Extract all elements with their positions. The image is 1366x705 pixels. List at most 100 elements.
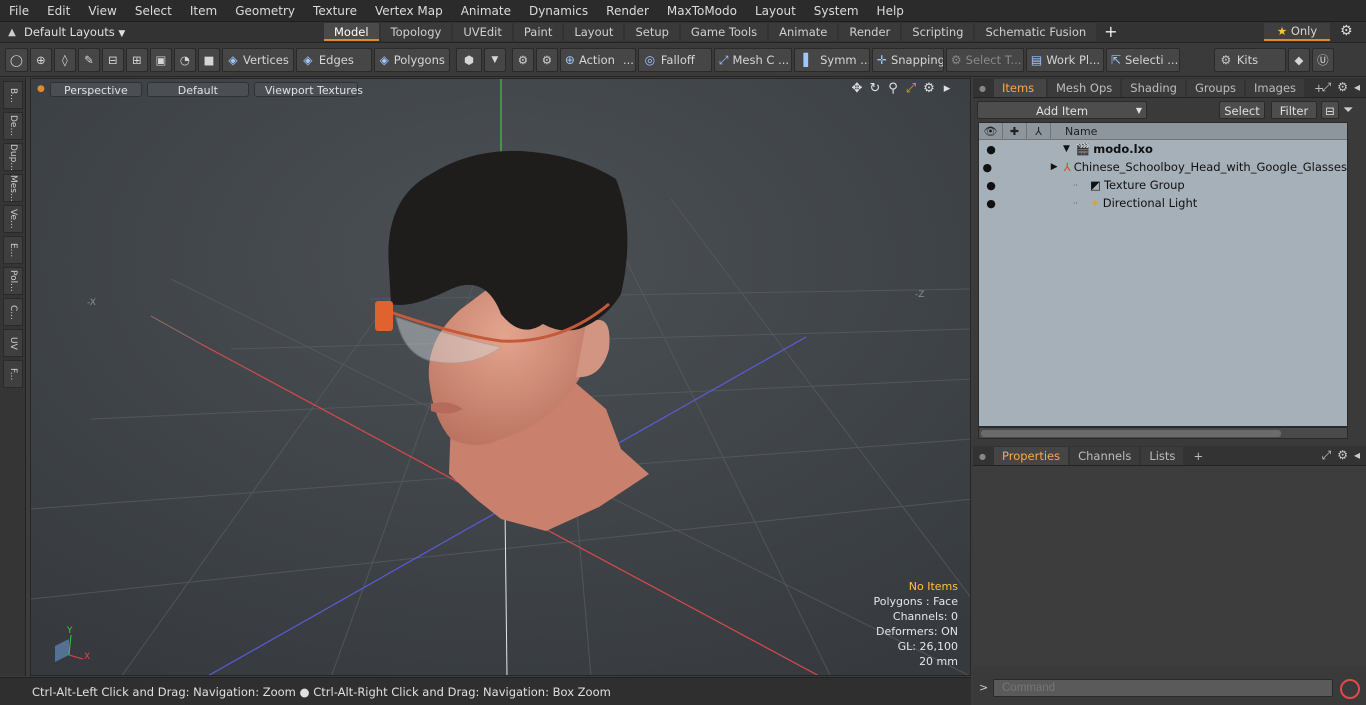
- expand-arrow-icon[interactable]: ▼: [1063, 144, 1070, 154]
- vtab-duplicate[interactable]: Dup...: [3, 143, 23, 171]
- expand-arrow-icon[interactable]: ▶: [1051, 162, 1058, 172]
- layout-up-icon[interactable]: ▲: [0, 27, 24, 38]
- tab-mesh-ops[interactable]: Mesh Ops: [1047, 79, 1121, 97]
- falloff-button[interactable]: ◎ Falloff: [637, 48, 712, 72]
- snapping-button[interactable]: ✛ Snapping: [871, 48, 944, 72]
- tab-setup[interactable]: Setup: [625, 23, 679, 41]
- default-layouts-dropdown[interactable]: Default Layouts ▼: [24, 25, 324, 39]
- vtab-deform[interactable]: De...: [3, 112, 23, 140]
- item-row-scene[interactable]: ● ▼ 🎬 modo.lxo: [979, 140, 1347, 158]
- menu-vertex-map[interactable]: Vertex Map: [366, 0, 452, 22]
- shading-button[interactable]: Default: [146, 81, 249, 97]
- menu-view[interactable]: View: [79, 0, 125, 22]
- tab-paint[interactable]: Paint: [513, 23, 563, 41]
- tab-lists[interactable]: Lists: [1141, 447, 1184, 465]
- vtab-polygon[interactable]: Pol...: [3, 267, 23, 295]
- eye-icon[interactable]: ●: [979, 197, 1003, 210]
- snap-toggle-icon[interactable]: ⚙: [535, 48, 558, 72]
- viewport-scene[interactable]: -X -Z Y X: [31, 79, 971, 676]
- visibility-column-icon[interactable]: 👁: [979, 123, 1003, 140]
- items-horizontal-scrollbar[interactable]: [978, 427, 1348, 439]
- add-props-tab-button[interactable]: +: [1185, 447, 1211, 465]
- menu-file[interactable]: File: [0, 0, 38, 22]
- tab-game-tools[interactable]: Game Tools: [680, 23, 768, 41]
- symmetry-button[interactable]: ▐ Symm ...: [793, 48, 870, 72]
- pie-icon[interactable]: ◔: [173, 48, 196, 72]
- eye-icon[interactable]: ●: [979, 161, 996, 174]
- select-through-button[interactable]: ⚙ Select T...: [945, 48, 1024, 72]
- vtab-basic[interactable]: B...: [3, 81, 23, 109]
- record-macro-icon[interactable]: [1340, 679, 1360, 699]
- expand-panel-icon[interactable]: ⤢: [1322, 448, 1332, 463]
- view-type-button[interactable]: Perspective: [49, 81, 142, 97]
- command-arrow-icon[interactable]: >: [979, 681, 988, 694]
- work-plane-button[interactable]: ▤ Work Pl...: [1025, 48, 1104, 72]
- menu-animate[interactable]: Animate: [452, 0, 520, 22]
- item-row-mesh[interactable]: ● ▶ ⅄ Chinese_Schoolboy_Head_with_Google…: [979, 158, 1347, 176]
- menu-help[interactable]: Help: [868, 0, 913, 22]
- menu-edit[interactable]: Edit: [38, 0, 79, 22]
- transform-icon[interactable]: ⊟: [101, 48, 124, 72]
- tab-scripting[interactable]: Scripting: [902, 23, 974, 41]
- kits-button[interactable]: ⚙ Kits: [1213, 48, 1286, 72]
- tab-uvedit[interactable]: UVEdit: [453, 23, 512, 41]
- add-tab-button[interactable]: +: [1104, 23, 1117, 41]
- tab-schematic-fusion[interactable]: Schematic Fusion: [975, 23, 1097, 41]
- menu-maxtomodo[interactable]: MaxToModo: [658, 0, 746, 22]
- panel-menu-icon[interactable]: ◂: [1354, 448, 1360, 463]
- tab-topology[interactable]: Topology: [380, 23, 452, 41]
- tab-model[interactable]: Model: [324, 23, 379, 41]
- tab-render[interactable]: Render: [839, 23, 901, 41]
- selection-sets-button[interactable]: ⇱ Selecti ...: [1105, 48, 1180, 72]
- item-mode-icon[interactable]: ■: [197, 48, 220, 72]
- menu-render[interactable]: Render: [597, 0, 658, 22]
- panel-gear-icon[interactable]: ⚙: [1337, 80, 1348, 95]
- panel-menu-icon[interactable]: ◂: [1354, 80, 1360, 95]
- action-center-button[interactable]: ⊕ Action...: [559, 48, 636, 72]
- vtab-uv[interactable]: UV: [3, 329, 23, 357]
- add-item-button[interactable]: Add Item ▼: [977, 101, 1147, 119]
- polygons-button[interactable]: ◈ Polygons: [373, 48, 450, 72]
- pan-icon[interactable]: ✥: [848, 81, 866, 97]
- vtab-mesh-edit[interactable]: Mes...: [3, 174, 23, 202]
- tab-shading[interactable]: Shading: [1122, 79, 1185, 97]
- funnel-icon[interactable]: ⏷: [1343, 103, 1353, 118]
- filter-button[interactable]: Filter: [1271, 101, 1317, 119]
- select-circle-icon[interactable]: ◯: [5, 48, 28, 72]
- vtab-fusion[interactable]: F...: [3, 360, 23, 388]
- menu-system[interactable]: System: [805, 0, 868, 22]
- items-dot-icon[interactable]: ●: [979, 84, 986, 93]
- tab-properties[interactable]: Properties: [993, 447, 1069, 465]
- zoom-icon[interactable]: ⚲: [884, 81, 902, 97]
- lock-column-icon[interactable]: ✚: [1003, 123, 1027, 140]
- viewport-expand-icon[interactable]: ▸: [938, 81, 956, 97]
- unity-icon[interactable]: ◆: [1287, 48, 1310, 72]
- eye-icon[interactable]: ●: [979, 179, 1003, 192]
- globe-icon[interactable]: ⊕: [29, 48, 52, 72]
- tab-layout[interactable]: Layout: [564, 23, 624, 41]
- select-button[interactable]: Select: [1219, 101, 1265, 119]
- unreal-icon[interactable]: Ⓤ: [1311, 48, 1334, 72]
- vertices-button[interactable]: ◈ Vertices: [221, 48, 294, 72]
- command-input[interactable]: [993, 679, 1333, 697]
- vtab-vertex[interactable]: Ve...: [3, 205, 23, 233]
- rotate-icon[interactable]: ↻: [866, 81, 884, 97]
- menu-dynamics[interactable]: Dynamics: [520, 0, 597, 22]
- name-column-header[interactable]: Name: [1051, 125, 1097, 138]
- menu-geometry[interactable]: Geometry: [226, 0, 304, 22]
- panel-gear-icon[interactable]: ⚙: [1337, 448, 1348, 463]
- chevron-down-icon[interactable]: ▼: [483, 48, 506, 72]
- type-column-icon[interactable]: ⅄: [1027, 123, 1051, 140]
- viewport-dot-icon[interactable]: ●: [37, 84, 45, 94]
- expand-panel-icon[interactable]: ⤢: [1322, 80, 1332, 95]
- center-icon[interactable]: ⊞: [125, 48, 148, 72]
- maximize-icon[interactable]: ⤢: [902, 81, 920, 97]
- gear-icon[interactable]: ⚙: [1340, 23, 1353, 39]
- mesh-constraint-button[interactable]: ⤢ Mesh C ...: [713, 48, 792, 72]
- menu-item[interactable]: Item: [181, 0, 226, 22]
- tab-channels[interactable]: Channels: [1070, 447, 1140, 465]
- item-row-texture-group[interactable]: ● ·· ◩ Texture Group: [979, 176, 1347, 194]
- item-row-light[interactable]: ● ·· ✦ Directional Light: [979, 194, 1347, 212]
- viewport-gear-icon[interactable]: ⚙: [920, 81, 938, 97]
- vtab-edge[interactable]: E...: [3, 236, 23, 264]
